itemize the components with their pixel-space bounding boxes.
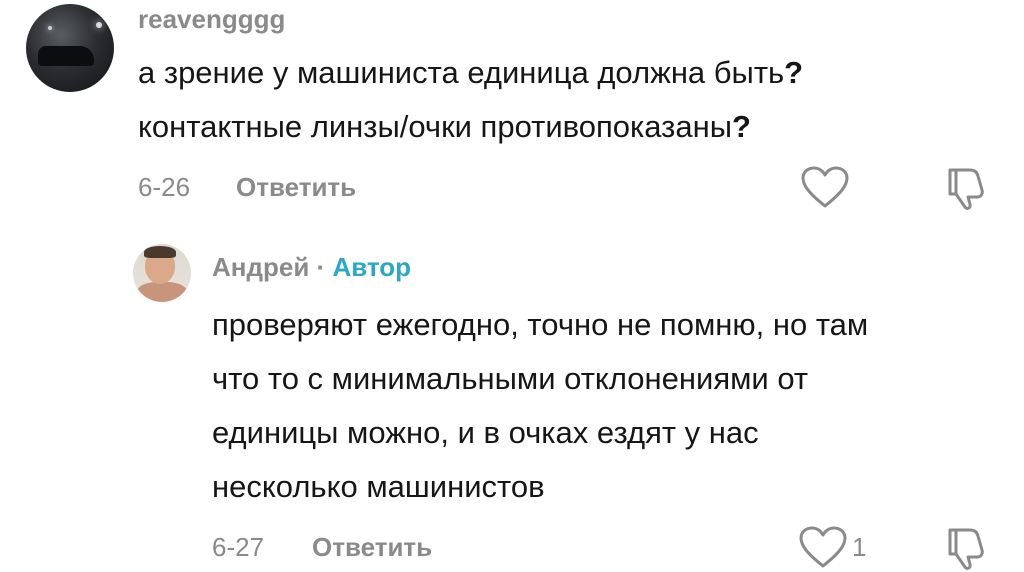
- question-mark: ?: [732, 109, 751, 144]
- comment-text-line: контактные линзы/очки противопоказаны: [138, 109, 733, 144]
- comment-username[interactable]: reavengggg: [138, 4, 285, 35]
- question-mark: ?: [784, 55, 804, 90]
- like-count: 1: [852, 532, 867, 562]
- thumbs-down-icon[interactable]: [940, 164, 988, 212]
- reply-text-line: проверяют ежегодно, точно не помню, но т…: [212, 307, 869, 342]
- reply-date: 6-27: [212, 532, 265, 562]
- reply-username-row: Андрей · Автор: [212, 252, 411, 283]
- thumbs-down-icon[interactable]: [940, 524, 988, 572]
- reply-button[interactable]: Ответить: [312, 532, 432, 563]
- avatar-hair: [144, 246, 176, 258]
- reply-username[interactable]: Андрей: [212, 252, 309, 282]
- comment-text: а зрение у машиниста единица должна быть…: [138, 46, 803, 154]
- reply-text-line: что то с минимальными отклонениями от: [212, 361, 809, 396]
- car-silhouette: [38, 46, 94, 66]
- streetlight-glow: [96, 22, 102, 28]
- reply-text-line: единицы можно, и в очках ездят у нас: [212, 415, 759, 450]
- author-badge: Автор: [332, 252, 412, 282]
- reply-text: проверяют ежегодно, точно не помню, но т…: [212, 298, 868, 514]
- comment-date: 6-26: [138, 172, 191, 202]
- reply-text-line: несколько машинистов: [212, 469, 545, 504]
- avatar[interactable]: [26, 4, 114, 92]
- heart-outline-icon[interactable]: [800, 166, 850, 210]
- heart-outline-icon[interactable]: [798, 526, 848, 570]
- avatar-body: [137, 282, 187, 302]
- comment-text-line: а зрение у машиниста единица должна быть: [138, 55, 785, 90]
- reply-button[interactable]: Ответить: [236, 172, 356, 203]
- separator-dot: ·: [316, 252, 326, 282]
- streetlight-glow: [48, 26, 52, 30]
- avatar[interactable]: [133, 244, 191, 302]
